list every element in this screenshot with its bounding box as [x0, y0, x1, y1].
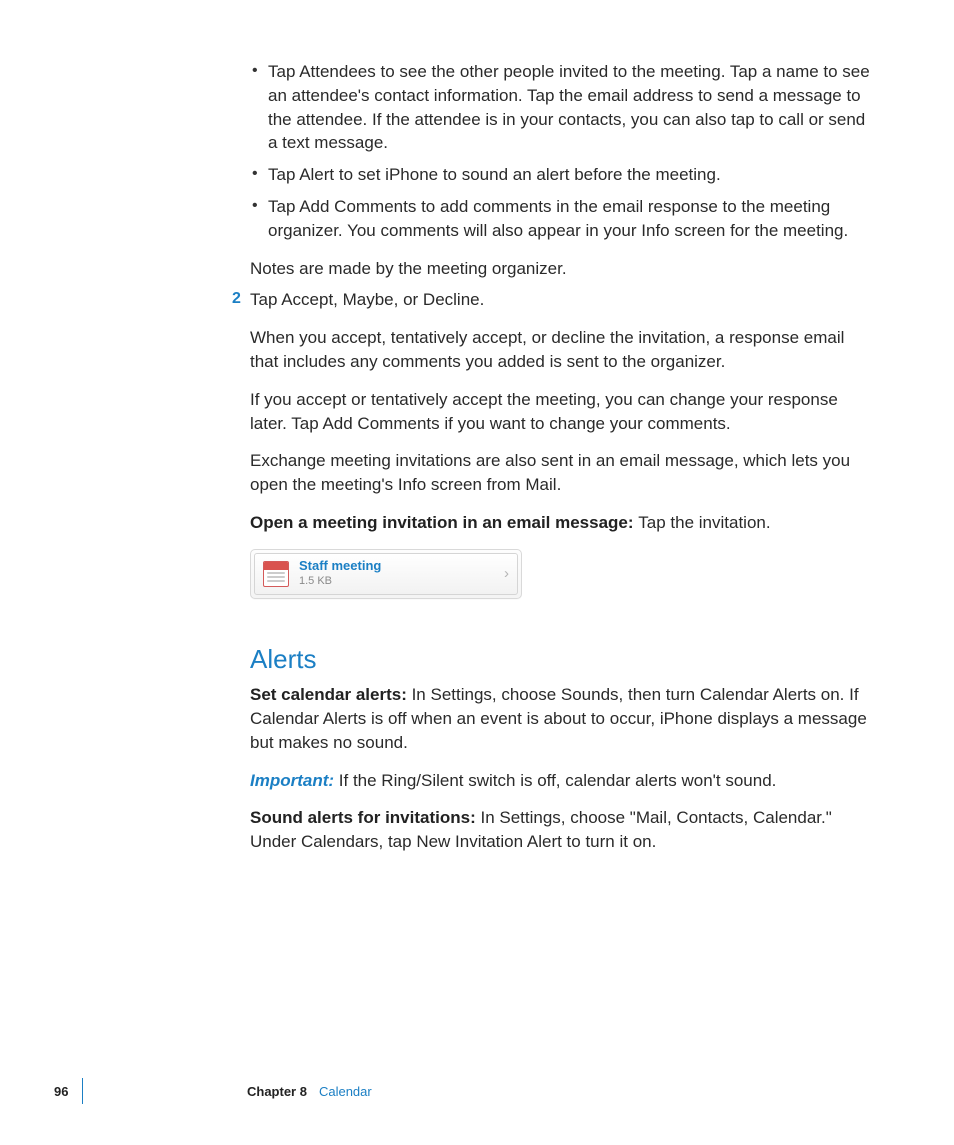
footer: 96 Chapter 8 Calendar — [54, 1077, 854, 1105]
chapter-name: Calendar — [319, 1084, 372, 1099]
step-number: 2 — [232, 288, 241, 310]
bullet-item: • Tap Alert to set iPhone to sound an al… — [250, 163, 870, 187]
open-invitation-line: Open a meeting invitation in an email me… — [250, 511, 870, 535]
page-number: 96 — [54, 1084, 74, 1099]
open-invitation-label: Open a meeting invitation in an email me… — [250, 513, 638, 532]
bullet-list: • Tap Attendees to see the other people … — [250, 60, 870, 243]
important-label: Important: — [250, 771, 339, 790]
bullet-text: Tap Add Comments to add comments in the … — [268, 195, 870, 243]
bullet-marker: • — [250, 195, 268, 217]
bullet-item: • Tap Attendees to see the other people … — [250, 60, 870, 155]
paragraph: When you accept, tentatively accept, or … — [250, 326, 870, 374]
page: • Tap Attendees to see the other people … — [0, 0, 954, 1145]
step-text: Tap Accept, Maybe, or Decline. — [250, 290, 484, 309]
set-alerts-label: Set calendar alerts: — [250, 685, 412, 704]
notes-line: Notes are made by the meeting organizer. — [250, 257, 870, 281]
attachment-text: Staff meeting 1.5 KB — [299, 559, 493, 588]
bullet-marker: • — [250, 163, 268, 185]
calendar-icon — [263, 561, 289, 587]
attachment-inner: Staff meeting 1.5 KB › — [254, 553, 518, 595]
sound-alerts-label: Sound alerts for invitations: — [250, 808, 480, 827]
attachment-outer: Staff meeting 1.5 KB › — [250, 549, 522, 599]
paragraph: If you accept or tentatively accept the … — [250, 388, 870, 436]
bullet-item: • Tap Add Comments to add comments in th… — [250, 195, 870, 243]
step-2: 2 Tap Accept, Maybe, or Decline. — [250, 288, 870, 312]
bullet-marker: • — [250, 60, 268, 82]
content-column: • Tap Attendees to see the other people … — [250, 60, 870, 868]
set-calendar-alerts: Set calendar alerts: In Settings, choose… — [250, 683, 870, 754]
paragraph: Exchange meeting invitations are also se… — [250, 449, 870, 497]
attachment-title: Staff meeting — [299, 559, 493, 574]
bullet-text: Tap Alert to set iPhone to sound an aler… — [268, 163, 870, 187]
important-line: Important: If the Ring/Silent switch is … — [250, 769, 870, 793]
meeting-attachment[interactable]: Staff meeting 1.5 KB › — [250, 549, 522, 599]
footer-separator — [82, 1078, 83, 1104]
chevron-right-icon: › — [493, 563, 509, 584]
important-text: If the Ring/Silent switch is off, calend… — [339, 771, 777, 790]
sound-alerts-line: Sound alerts for invitations: In Setting… — [250, 806, 870, 854]
open-invitation-action: Tap the invitation. — [638, 513, 770, 532]
alerts-heading: Alerts — [250, 641, 870, 677]
chapter-label: Chapter 8 — [247, 1084, 307, 1099]
attachment-size: 1.5 KB — [299, 575, 493, 588]
bullet-text: Tap Attendees to see the other people in… — [268, 60, 870, 155]
